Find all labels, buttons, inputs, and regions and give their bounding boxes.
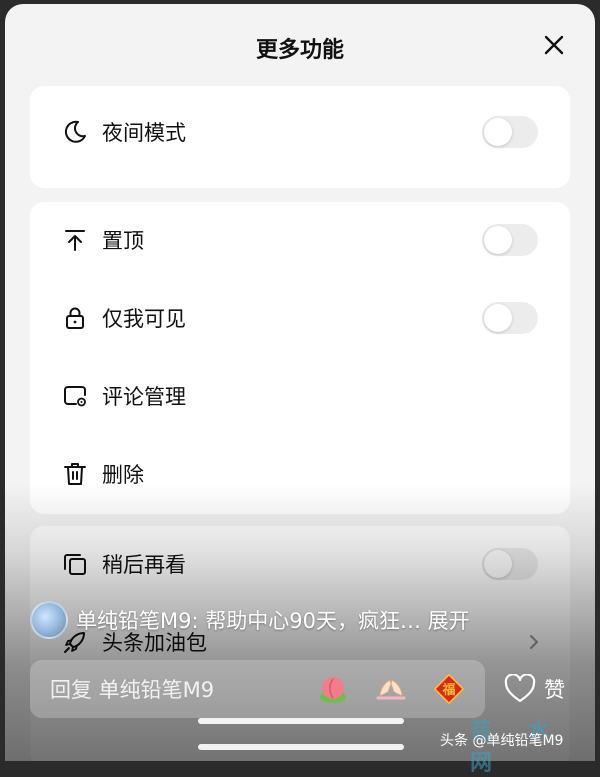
reply-input[interactable]: 回复 单纯铅笔M9 福	[30, 660, 485, 718]
like-label: 赞	[544, 678, 565, 702]
toggle-knob	[484, 550, 512, 578]
menu-label: 稍后再看	[102, 553, 186, 577]
hands-emoji-icon[interactable]	[374, 672, 408, 706]
latest-comment[interactable]: 单纯铅笔M9: 帮助中心90天，疯狂… 展开	[30, 601, 470, 639]
close-button[interactable]	[537, 28, 571, 62]
menu-label: 评论管理	[102, 385, 186, 409]
menu-row-night-mode[interactable]: 夜间模式	[30, 102, 570, 162]
comment-text: 单纯铅笔M9: 帮助中心90天，疯狂… 展开	[76, 609, 470, 633]
toggle-knob	[484, 226, 512, 254]
peach-emoji-icon[interactable]	[316, 672, 350, 706]
menu-row-delete[interactable]: 删除	[30, 444, 570, 504]
pin-top-icon	[65, 230, 85, 251]
menu-row-watch-later[interactable]: 稍后再看	[30, 534, 570, 594]
menu-row-comment-management[interactable]: 评论管理	[30, 366, 570, 426]
home-indicator	[198, 718, 404, 724]
moon-icon	[64, 120, 86, 143]
svg-text:福: 福	[441, 682, 455, 698]
trash-icon	[64, 463, 86, 485]
lock-icon	[66, 307, 84, 329]
sheet-header: 更多功能	[5, 4, 595, 84]
only-me-toggle[interactable]	[482, 302, 538, 334]
menu-row-only-me[interactable]: 仅我可见	[30, 288, 570, 348]
watermark-text: 头条 @单纯铅笔M9	[440, 733, 564, 749]
comment-settings-icon	[64, 386, 86, 407]
toutiao-watermark: 头条 @单纯铅笔M9	[440, 722, 595, 758]
menu-label: 删除	[102, 463, 144, 487]
reply-placeholder: 回复 单纯铅笔M9	[50, 678, 215, 702]
night-mode-toggle[interactable]	[482, 116, 538, 148]
more-functions-sheet: 更多功能 夜间模式 置顶 仅我可见 评论管理 删除 稍后再看 头条加油包	[5, 4, 595, 761]
heart-icon	[504, 674, 536, 703]
like-button[interactable]: 赞	[504, 672, 565, 706]
sheet-title: 更多功能	[255, 38, 344, 63]
menu-label: 仅我可见	[102, 307, 186, 331]
toggle-knob	[484, 118, 512, 146]
menu-label: 夜间模式	[102, 121, 186, 145]
night-mode-card: 夜间模式	[30, 86, 570, 188]
post-settings-card: 置顶 仅我可见 评论管理 删除	[30, 202, 570, 514]
copy-icon	[64, 554, 86, 575]
pin-top-toggle[interactable]	[482, 224, 538, 256]
menu-label: 置顶	[102, 229, 144, 253]
watch-later-toggle[interactable]	[482, 548, 538, 580]
toggle-knob	[484, 304, 512, 332]
close-icon	[544, 35, 564, 55]
chevron-right-icon	[530, 635, 538, 649]
fu-emoji-icon[interactable]: 福	[432, 672, 466, 706]
avatar	[30, 601, 68, 639]
menu-row-pin-top[interactable]: 置顶	[30, 210, 570, 270]
home-indicator-secondary	[198, 744, 404, 750]
